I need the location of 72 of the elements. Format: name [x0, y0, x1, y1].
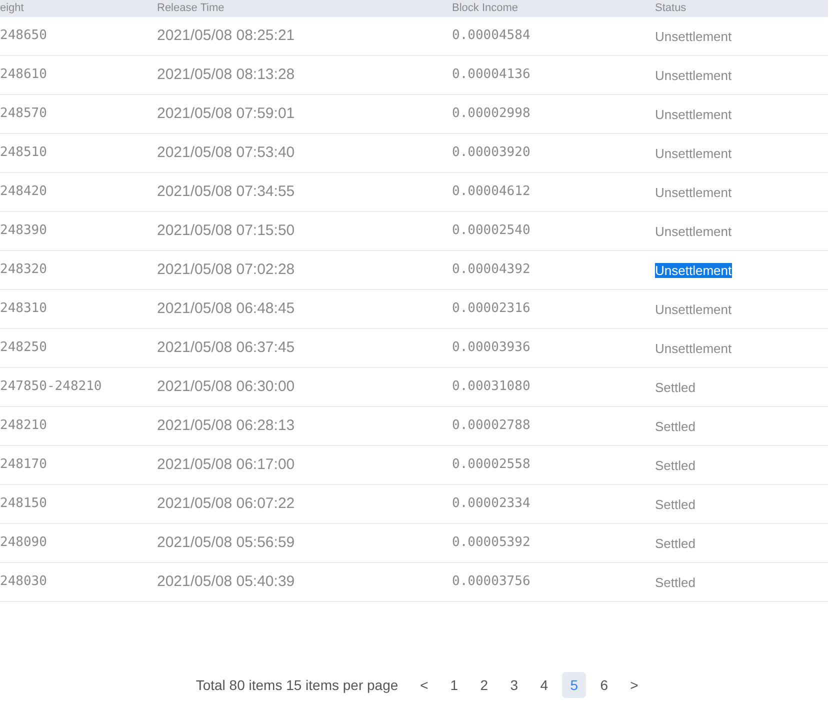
table-cell-text: 0.00004612	[452, 183, 532, 202]
table-cell-text: 248320	[0, 261, 48, 280]
table-cell-text: 248510	[0, 144, 48, 162]
table-cell-text: 2021/05/08 07:59:01	[157, 104, 296, 124]
page-button[interactable]: 2	[472, 672, 496, 698]
next-page-button[interactable]: >	[622, 672, 646, 698]
table-cell-text: 2021/05/08 06:17:00	[157, 454, 296, 475]
table-cell-text: 0.00004136	[452, 66, 532, 84]
status-text: Unsettlement	[655, 262, 732, 278]
table-cell-text: 248420	[0, 183, 48, 202]
table-cell-text: 248250	[0, 339, 48, 358]
table-cell-text: 0.00004392	[452, 261, 532, 280]
page-button[interactable]: 3	[502, 672, 526, 698]
status-text: Unsettlement	[655, 184, 732, 200]
table-cell-text: 248610	[0, 66, 48, 84]
table-cell-text: 2021/05/08 07:15:50	[157, 220, 296, 241]
table-cell-text: 0.00002788	[452, 417, 532, 436]
column-header: eight	[0, 1, 25, 16]
column-header: Status	[655, 1, 688, 16]
table-cell-text: 248170	[0, 456, 48, 474]
table-cell-text: 248150	[0, 495, 48, 514]
pagination-summary: Total 80 items 15 items per page	[196, 676, 398, 695]
table-cell-text: 2021/05/08 06:07:22	[157, 494, 296, 514]
table-cell-text: 0.00031080	[452, 378, 532, 396]
status-text: Settled	[655, 496, 696, 512]
status-text: Unsettlement	[655, 106, 732, 122]
status-text: Unsettlement	[655, 224, 732, 238]
table-cell-text: 248390	[0, 222, 48, 240]
status-text: Unsettlement	[655, 302, 732, 316]
table-cell-text: 2021/05/08 06:48:45	[157, 298, 296, 319]
status-text: Unsettlement	[655, 146, 732, 160]
column-header: Block Income	[452, 1, 520, 16]
table-cell-text: 0.00002540	[452, 222, 532, 240]
status-text: Unsettlement	[655, 28, 732, 44]
table-cell-text: 248310	[0, 300, 48, 318]
status-text: Settled	[655, 458, 696, 472]
table-cell-text: 0.00002998	[452, 105, 532, 124]
table-cell-text: 2021/05/08 07:34:55	[157, 182, 296, 202]
table-cell-text: 2021/05/08 06:37:45	[157, 338, 296, 358]
table-cell-text: 0.00002316	[452, 300, 532, 318]
table-cell-text: 2021/05/08 05:40:39	[157, 572, 296, 592]
page-button[interactable]: 1	[442, 672, 466, 698]
table-cell-text: 247850-248210	[0, 378, 103, 396]
table-cell-text: 0.00002334	[452, 495, 532, 514]
table-cell-text: 0.00003920	[452, 144, 532, 162]
table-cell-text: 2021/05/08 07:02:28	[157, 260, 296, 280]
status-text: Settled	[655, 418, 696, 434]
table-cell-text: 2021/05/08 06:28:13	[157, 416, 296, 436]
table-cell-text: 0.00003756	[452, 573, 532, 592]
table-cell-text: 0.00002558	[452, 456, 532, 474]
page-button[interactable]: 6	[592, 672, 616, 698]
status-text: Unsettlement	[655, 68, 732, 82]
page-button[interactable]: 4	[532, 672, 556, 698]
status-text: Settled	[655, 574, 696, 590]
table-cell-text: 248210	[0, 417, 48, 436]
table-cell-text: 2021/05/08 05:56:59	[157, 532, 296, 553]
status-text: Unsettlement	[655, 340, 732, 356]
table-cell-text: 0.00005392	[452, 534, 532, 552]
table-cell-text: 2021/05/08 06:30:00	[157, 376, 296, 397]
table-cell-text: 248090	[0, 534, 48, 552]
status-text: Settled	[655, 380, 696, 394]
status-text: Settled	[655, 536, 696, 550]
previous-page-button[interactable]: <	[412, 672, 436, 698]
table-cell-text: 248030	[0, 573, 48, 592]
table-cell-text: 0.00003936	[452, 339, 532, 358]
table-cell-text: 2021/05/08 08:25:21	[157, 26, 296, 46]
table-cell-text: 2021/05/08 08:13:28	[157, 64, 296, 85]
column-header: Release Time	[157, 1, 226, 16]
table-cell-text: 248570	[0, 105, 48, 124]
table-cell-text: 248650	[0, 27, 48, 46]
table-cell-text: 2021/05/08 07:53:40	[157, 142, 296, 163]
table-cell-text: 0.00004584	[452, 27, 532, 46]
